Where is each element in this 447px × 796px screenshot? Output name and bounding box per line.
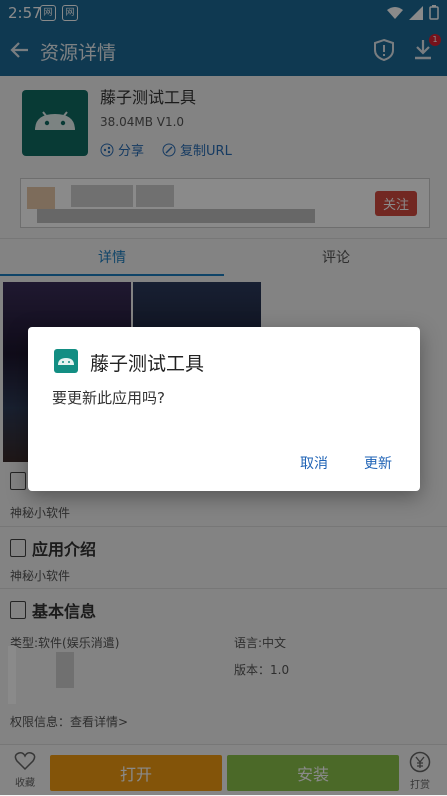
update-button[interactable]: 更新 xyxy=(360,451,396,475)
dialog-app-icon xyxy=(54,349,78,373)
dialog-message: 要更新此应用吗? xyxy=(52,389,165,407)
dialog-title: 藤子测试工具 xyxy=(90,353,205,375)
cancel-button[interactable]: 取消 xyxy=(296,451,332,475)
update-dialog: 藤子测试工具 要更新此应用吗? 取消 更新 xyxy=(28,327,420,491)
